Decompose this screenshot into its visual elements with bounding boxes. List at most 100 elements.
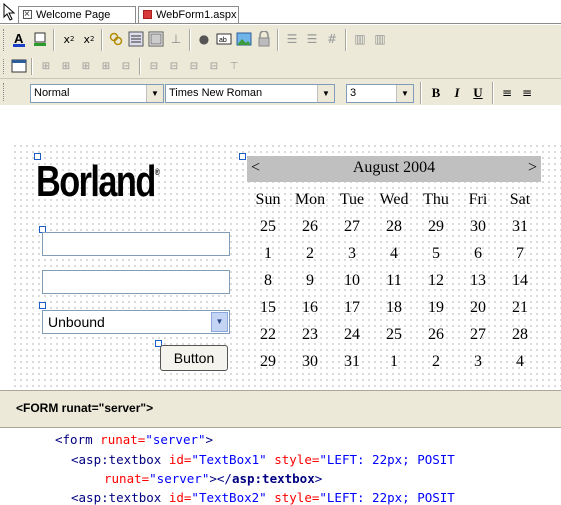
calendar-day[interactable]: 14 xyxy=(499,272,541,290)
calendar-day[interactable]: 18 xyxy=(373,299,415,317)
chevron-down-icon[interactable]: ▼ xyxy=(317,85,334,102)
textbox-1[interactable] xyxy=(42,232,230,256)
calendar-day[interactable]: 15 xyxy=(247,299,289,317)
align-center-disabled-icon[interactable]: ☰ xyxy=(303,30,321,48)
lock-icon[interactable] xyxy=(255,30,273,48)
rows-disabled-icon[interactable]: ▥ xyxy=(371,30,389,48)
calendar-day[interactable]: 7 xyxy=(499,245,541,263)
calendar-day[interactable]: 29 xyxy=(247,353,289,371)
grid-disabled-icon[interactable]: # xyxy=(323,30,341,48)
calendar-day[interactable]: 27 xyxy=(331,218,373,236)
align-left-disabled-icon[interactable]: ☰ xyxy=(283,30,301,48)
calendar-day[interactable]: 6 xyxy=(457,245,499,263)
calendar-day[interactable]: 22 xyxy=(247,326,289,344)
calendar-day[interactable]: 26 xyxy=(415,326,457,344)
underline-button[interactable]: U xyxy=(469,84,487,102)
calendar-day[interactable]: 30 xyxy=(289,353,331,371)
delete-column-icon[interactable]: ⊟ xyxy=(145,57,163,75)
chevron-down-icon[interactable]: ▼ xyxy=(146,85,163,102)
insert-row-above-icon[interactable]: ⊞ xyxy=(37,57,55,75)
calendar-day[interactable]: 26 xyxy=(289,218,331,236)
form-button[interactable]: Button xyxy=(160,345,228,371)
calendar-day[interactable]: 1 xyxy=(247,245,289,263)
tab-welcome-page[interactable]: Welcome Page xyxy=(18,6,136,23)
italic-button[interactable]: I xyxy=(448,84,466,102)
calendar-day[interactable]: 5 xyxy=(415,245,457,263)
calendar-day[interactable]: 28 xyxy=(499,326,541,344)
borland-logo[interactable]: Borland® xyxy=(36,158,162,206)
calendar-day[interactable]: 25 xyxy=(373,326,415,344)
calendar-day[interactable]: 8 xyxy=(247,272,289,290)
calendar-day[interactable]: 9 xyxy=(289,272,331,290)
calendar-day[interactable]: 29 xyxy=(415,218,457,236)
textbox-2[interactable] xyxy=(42,270,230,294)
align-center-icon[interactable]: ≡ xyxy=(518,84,536,102)
calendar-control[interactable]: < August 2004 > Sun Mon Tue Wed Thu Fri … xyxy=(247,156,541,381)
toolbar-grip[interactable] xyxy=(3,29,7,51)
calendar-day[interactable]: 4 xyxy=(373,245,415,263)
calendar-day[interactable]: 3 xyxy=(331,245,373,263)
columns-disabled-icon[interactable]: ▥ xyxy=(351,30,369,48)
calendar-day[interactable]: 1 xyxy=(373,353,415,371)
calendar-day[interactable]: 27 xyxy=(457,326,499,344)
table-properties-icon[interactable]: ⊤ xyxy=(225,57,243,75)
list-icon[interactable] xyxy=(127,30,145,48)
hyperlink-icon[interactable] xyxy=(107,30,125,48)
calendar-day[interactable]: 4 xyxy=(499,353,541,371)
calendar-day[interactable]: 28 xyxy=(373,218,415,236)
anchor-icon[interactable]: ⊥ xyxy=(167,30,185,48)
align-left-icon[interactable]: ≡ xyxy=(498,84,516,102)
current-tag-label[interactable]: <FORM runat="server"> xyxy=(16,401,153,415)
delete-row-icon[interactable]: ⊟ xyxy=(117,57,135,75)
selection-handle[interactable] xyxy=(239,153,246,160)
calendar-day[interactable]: 19 xyxy=(415,299,457,317)
font-color-icon[interactable]: A xyxy=(10,30,28,48)
insert-table-icon[interactable] xyxy=(10,57,28,75)
subscript-icon[interactable]: x2 xyxy=(60,30,78,48)
table-icon[interactable] xyxy=(147,30,165,48)
calendar-day[interactable]: 3 xyxy=(457,353,499,371)
source-editor[interactable]: <form runat="server"> <asp:textbox id="T… xyxy=(0,428,561,505)
chevron-down-icon[interactable]: ▼ xyxy=(211,312,228,332)
superscript-icon[interactable]: x2 xyxy=(80,30,98,48)
calendar-day[interactable]: 10 xyxy=(331,272,373,290)
split-row-icon[interactable]: ⊟ xyxy=(205,57,223,75)
selection-handle[interactable] xyxy=(39,302,46,309)
calendar-day[interactable]: 30 xyxy=(457,218,499,236)
toolbar-grip[interactable] xyxy=(3,83,7,101)
calendar-day[interactable]: 2 xyxy=(415,353,457,371)
calendar-day[interactable]: 11 xyxy=(373,272,415,290)
highlight-icon[interactable] xyxy=(31,30,49,48)
tab-webform1[interactable]: WebForm1.aspx xyxy=(138,6,239,23)
calendar-day[interactable]: 31 xyxy=(331,353,373,371)
toolbar-separator xyxy=(139,58,141,75)
calendar-day[interactable]: 31 xyxy=(499,218,541,236)
split-cells-icon[interactable]: ⊟ xyxy=(185,57,203,75)
chevron-down-icon[interactable]: ▼ xyxy=(396,85,413,102)
calendar-day[interactable]: 21 xyxy=(499,299,541,317)
calendar-next-month[interactable]: > xyxy=(528,159,537,177)
image-icon[interactable] xyxy=(235,30,253,48)
insert-column-left-icon[interactable]: ⊞ xyxy=(77,57,95,75)
calendar-day[interactable]: 17 xyxy=(331,299,373,317)
toolbar-grip[interactable] xyxy=(3,59,7,74)
merge-cells-icon[interactable]: ⊟ xyxy=(165,57,183,75)
calendar-day[interactable]: 13 xyxy=(457,272,499,290)
user-control-icon[interactable]: ● xyxy=(195,30,213,48)
insert-column-right-icon[interactable]: ⊞ xyxy=(97,57,115,75)
insert-row-below-icon[interactable]: ⊞ xyxy=(57,57,75,75)
calendar-day[interactable]: 24 xyxy=(331,326,373,344)
calendar-day[interactable]: 16 xyxy=(289,299,331,317)
textbox-icon[interactable]: ab xyxy=(215,30,233,48)
close-icon[interactable] xyxy=(23,6,32,23)
font-family-select[interactable]: Times New Roman ▼ xyxy=(165,84,335,103)
calendar-day[interactable]: 2 xyxy=(289,245,331,263)
calendar-day[interactable]: 25 xyxy=(247,218,289,236)
calendar-day[interactable]: 23 xyxy=(289,326,331,344)
dropdown-list[interactable]: Unbound ▼ xyxy=(42,310,230,334)
block-format-select[interactable]: Normal ▼ xyxy=(30,84,164,103)
calendar-day[interactable]: 20 xyxy=(457,299,499,317)
bold-button[interactable]: B xyxy=(427,84,445,102)
calendar-day[interactable]: 12 xyxy=(415,272,457,290)
font-size-select[interactable]: 3 ▼ xyxy=(346,84,414,103)
